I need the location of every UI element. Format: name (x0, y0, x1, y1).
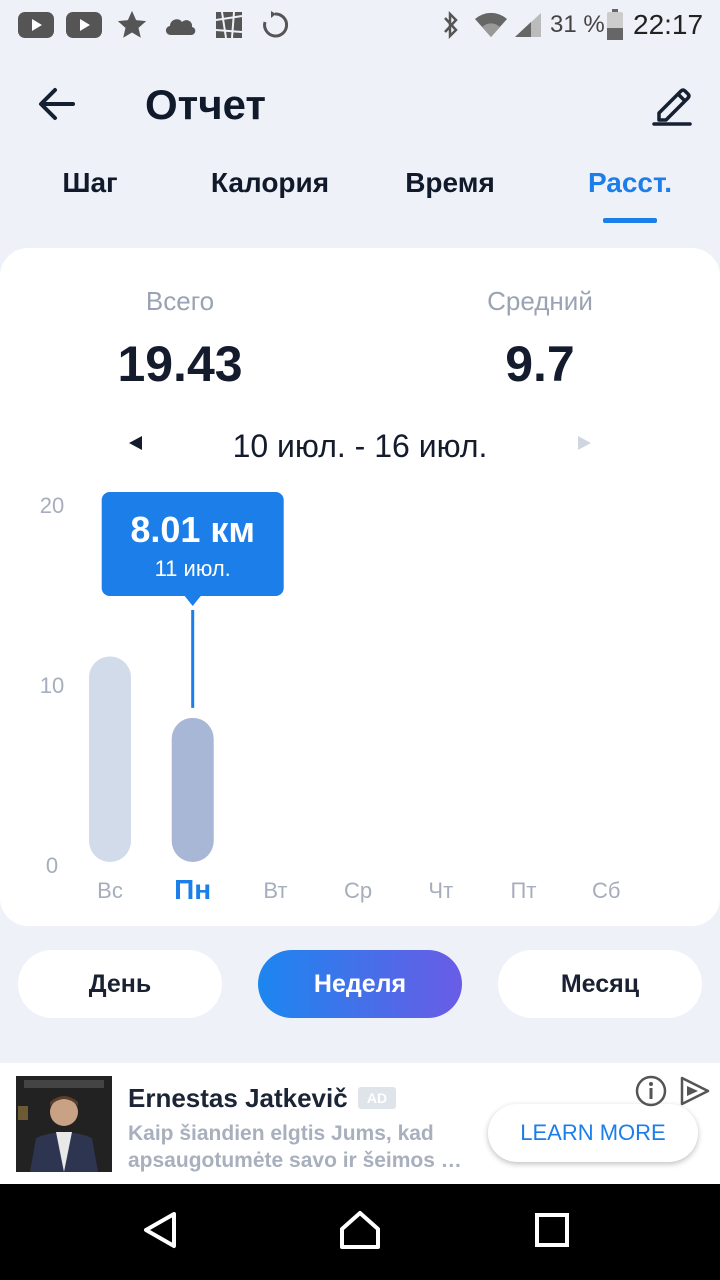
battery-icon (604, 8, 626, 42)
sync-icon (258, 8, 292, 42)
x-tick-label: Вт (263, 878, 287, 903)
nav-back-icon (140, 1210, 180, 1255)
tab-steps[interactable]: Шаг (40, 160, 140, 206)
bar (89, 656, 131, 862)
nav-recents-icon (534, 1212, 570, 1253)
x-tick-label: Ср (344, 878, 372, 903)
bluetooth-icon (438, 8, 464, 42)
tab-time[interactable]: Время (380, 160, 520, 206)
x-tick-label: Вс (97, 878, 123, 903)
signal-icon (512, 8, 544, 42)
distance-bar-chart: 0 10 20 Вс Пн Вт Ср Чт Пт Сб 8.01 км 11 июл. (40, 492, 621, 905)
x-tick-label: Сб (592, 878, 621, 903)
y-tick-label: 10 (40, 673, 64, 698)
nav-home-button[interactable] (320, 1204, 400, 1260)
total-label: Всего (145, 286, 215, 316)
ad-image[interactable] (16, 1076, 112, 1172)
battery-percent: 31 % (550, 11, 605, 38)
date-range: 10 июл. - 16 июл. (232, 428, 488, 464)
nav-back-button[interactable] (120, 1204, 200, 1260)
average-label: Средний (487, 286, 593, 316)
tooltip-date: 11 июл. (155, 556, 231, 581)
ad-banner[interactable]: Ernestas Jatkevič AD Kaip šiandien elgti… (0, 1063, 720, 1184)
x-tick-label: Пн (174, 874, 211, 905)
active-tab-indicator (603, 218, 657, 223)
previous-week-button[interactable] (118, 430, 154, 460)
y-tick-label: 0 (46, 853, 58, 878)
pencil-icon (650, 82, 694, 131)
tooltip-value: 8.01 км (130, 509, 255, 550)
back-button[interactable] (22, 78, 92, 134)
y-tick-label: 20 (40, 493, 64, 518)
x-tick-label: Пт (511, 878, 537, 903)
x-tick-label: Чт (428, 878, 453, 903)
youtube-icon (18, 8, 54, 42)
wifi-icon (472, 8, 510, 42)
youtube-icon (66, 8, 102, 42)
edit-button[interactable] (640, 78, 704, 134)
arrow-left-icon (37, 86, 77, 127)
system-nav-bar (0, 1184, 720, 1280)
ad-choices-icon[interactable] (676, 1074, 712, 1108)
cloud-icon (162, 8, 198, 42)
ad-description-line2: apsaugotumėte savo ir šeimos pi... (128, 1149, 473, 1172)
bar (171, 717, 214, 862)
nav-home-icon (338, 1209, 382, 1256)
tooltip-pointer (184, 596, 201, 606)
month-button[interactable]: Месяц (498, 950, 702, 1018)
learn-more-button[interactable]: LEARN MORE (488, 1104, 698, 1162)
star-icon (114, 8, 150, 42)
next-week-button[interactable] (566, 430, 602, 460)
day-button[interactable]: День (18, 950, 222, 1018)
clock: 22:17 (633, 9, 704, 40)
ad-description-line1: Kaip šiandien elgtis Jums, kad (128, 1122, 434, 1145)
triangle-left-icon (127, 434, 145, 457)
tab-calories[interactable]: Калория (190, 160, 350, 206)
total-value: 19.43 (117, 336, 243, 392)
info-icon[interactable] (634, 1074, 668, 1108)
triangle-right-icon (575, 434, 593, 457)
status-bar: 31 % 22:17 (0, 0, 720, 52)
nav-recents-button[interactable] (512, 1204, 592, 1260)
ad-badge: AD (358, 1087, 396, 1109)
tab-distance[interactable]: Расст. (560, 160, 700, 206)
page-title: Отчет (145, 81, 266, 128)
week-button[interactable]: Неделя (258, 950, 462, 1018)
ad-title: Ernestas Jatkevič (128, 1083, 348, 1113)
image-icon (212, 8, 246, 42)
average-value: 9.7 (505, 336, 575, 392)
